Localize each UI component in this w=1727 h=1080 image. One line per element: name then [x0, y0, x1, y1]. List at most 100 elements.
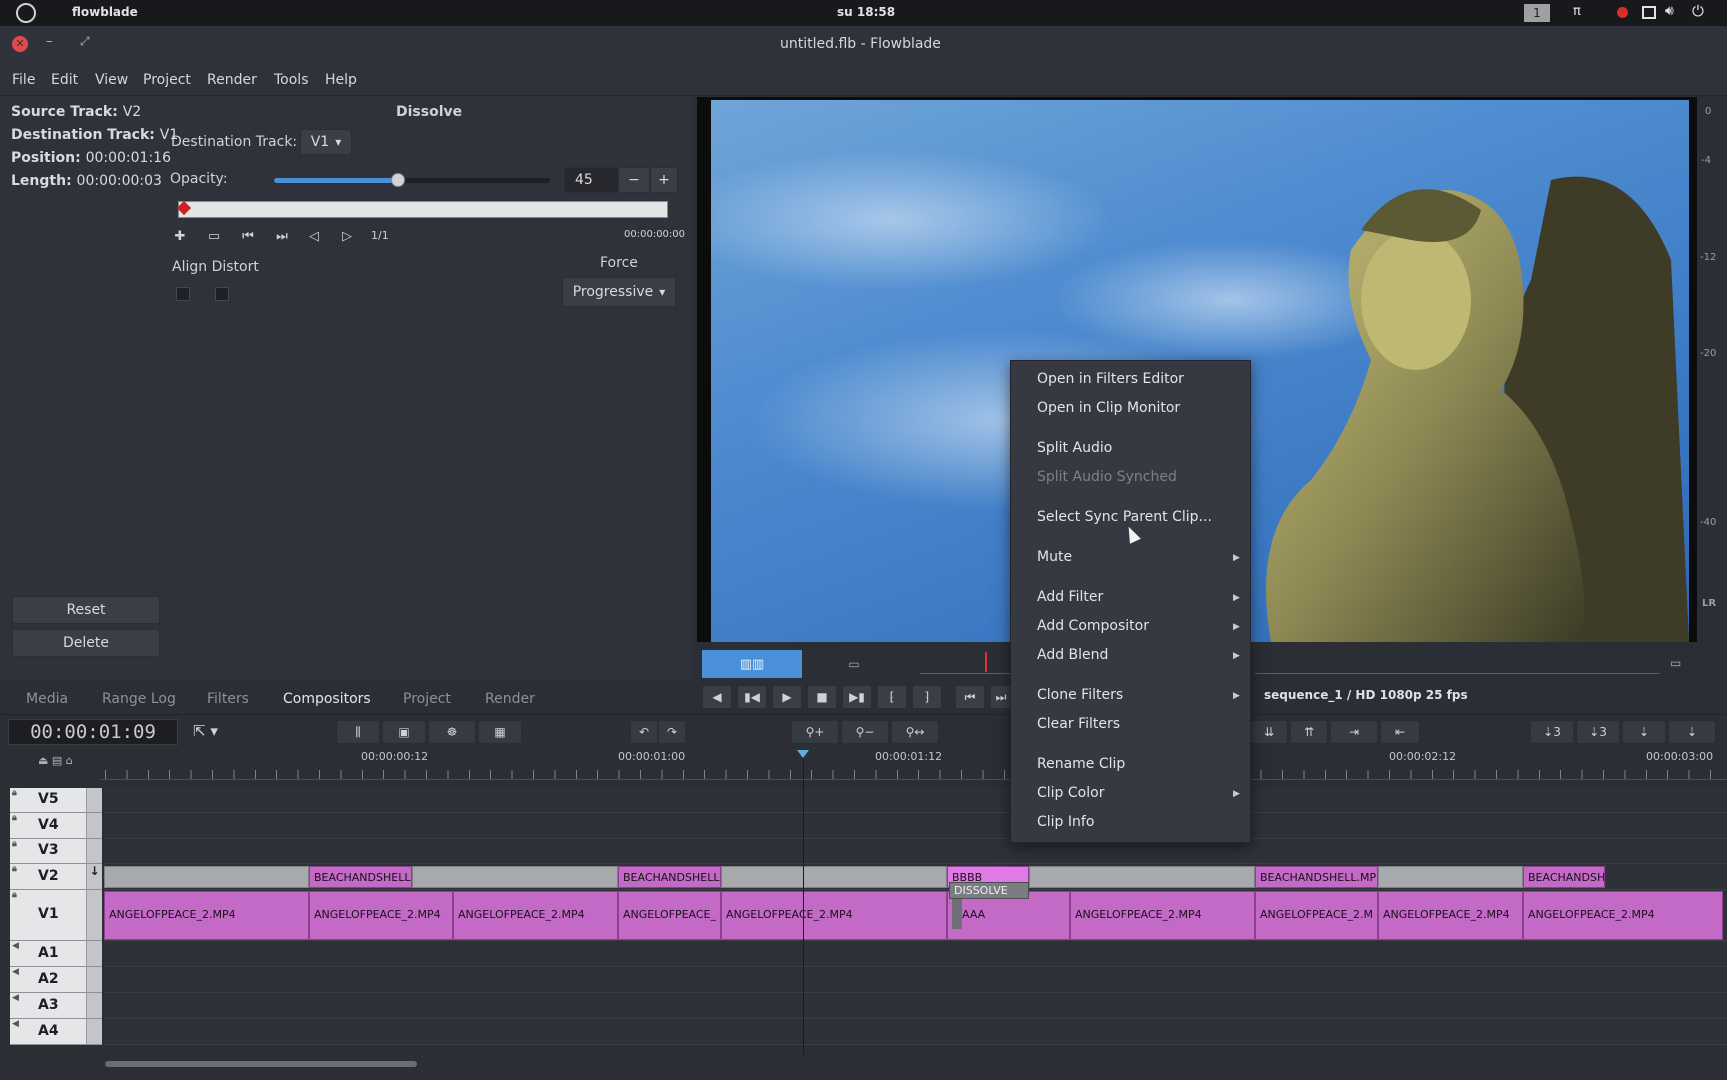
track-header-v1[interactable]: 🔒︎ V1: [10, 890, 102, 941]
stop-button[interactable]: ■: [807, 685, 837, 709]
volume-icon[interactable]: 🔊︎: [1665, 3, 1674, 19]
activities-icon[interactable]: [16, 3, 36, 23]
reset-button[interactable]: Reset: [12, 596, 160, 624]
mark-in-button[interactable]: ⁅: [877, 685, 907, 709]
track-header-v2[interactable]: 🔒︎ V2 ↓: [10, 864, 102, 890]
opacity-increase-button[interactable]: +: [650, 167, 678, 193]
window-icon[interactable]: [1642, 6, 1656, 19]
menu-item-open-in-clip-monitor[interactable]: Open in Clip Monitor: [1037, 400, 1180, 416]
lift-button[interactable]: ⇤: [1380, 720, 1420, 744]
prev-frame-button[interactable]: ▮◀: [737, 685, 767, 709]
minimize-window-icon[interactable]: –: [46, 34, 53, 49]
timeline-playhead[interactable]: [803, 752, 804, 1055]
opacity-value-field[interactable]: 45: [564, 167, 618, 193]
track-row-v3[interactable]: [104, 839, 1727, 864]
pi-icon[interactable]: π: [1573, 4, 1581, 19]
sync-2-button[interactable]: ⇣3: [1576, 720, 1620, 744]
title-button[interactable]: ▣: [382, 720, 426, 744]
clip-v1[interactable]: ANGELOFPEACE_2.MP4: [453, 891, 618, 940]
track-row-v4[interactable]: [104, 813, 1727, 839]
mixer-button[interactable]: ⫼: [336, 720, 380, 744]
delete-keyframe-icon[interactable]: ▭: [202, 227, 226, 245]
clip-v1[interactable]: ANGELOFPEACE_: [618, 891, 721, 940]
track-row-a1[interactable]: [104, 941, 1727, 967]
tab-render[interactable]: Render: [485, 691, 535, 707]
clip-v1[interactable]: ANGELOFPEACE_2.MP4: [1523, 891, 1723, 940]
menu-file[interactable]: File: [12, 72, 35, 88]
track-row-a2[interactable]: [104, 967, 1727, 993]
clip-v1[interactable]: ANGELOFPEACE_2.MP4: [309, 891, 453, 940]
clip-v2[interactable]: BEACHANDSHELL: [618, 866, 721, 888]
track-row-v5[interactable]: [104, 788, 1727, 813]
maximize-window-icon[interactable]: ⤢: [80, 34, 90, 49]
menu-item-clip-info[interactable]: Clip Info: [1037, 814, 1094, 830]
menu-item-add-blend[interactable]: Add Blend: [1037, 647, 1108, 663]
timeline-horizontal-scrollbar[interactable]: [105, 1061, 417, 1067]
menu-item-mute[interactable]: Mute: [1037, 549, 1072, 565]
to-mark-in-button[interactable]: ⏮: [955, 685, 985, 709]
play-button[interactable]: ▶: [772, 685, 802, 709]
to-mark-out-button[interactable]: ⏭: [990, 685, 1012, 709]
clip-v1[interactable]: ANGELOFPEACE_2.M: [1255, 891, 1378, 940]
track-header-a4[interactable]: ◀ A4: [10, 1019, 102, 1045]
next-frame-button[interactable]: ▶▮: [842, 685, 872, 709]
sync-4-button[interactable]: ⇣: [1668, 720, 1716, 744]
power-icon[interactable]: ⏻: [1692, 2, 1704, 20]
media-relink-button[interactable]: ☸: [428, 720, 476, 744]
last-keyframe-icon[interactable]: ⏭: [270, 227, 294, 245]
clip-v1[interactable]: ANGELOFPEACE_2.MP4: [1070, 891, 1255, 940]
zoom-fit-button[interactable]: ⚲↔: [891, 720, 939, 744]
gap[interactable]: [412, 866, 618, 888]
track-row-a4[interactable]: [104, 1019, 1727, 1045]
monitor-expand-icon[interactable]: ▭: [1670, 656, 1681, 670]
next-keyframe-icon[interactable]: ▷: [335, 227, 359, 245]
menu-edit[interactable]: Edit: [51, 72, 78, 88]
timecode-display[interactable]: 00:00:01:09: [8, 719, 178, 745]
opacity-decrease-button[interactable]: −: [618, 167, 650, 193]
menu-item-split-audio[interactable]: Split Audio: [1037, 440, 1112, 456]
gap[interactable]: [1378, 866, 1523, 888]
distort-checkbox[interactable]: [215, 287, 229, 301]
menu-item-clip-color[interactable]: Clip Color: [1037, 785, 1104, 801]
force-select[interactable]: Progressive: [562, 277, 676, 307]
track-header-a1[interactable]: ◀ A1: [10, 941, 102, 967]
clip-v1[interactable]: ANGELOFPEACE_2.MP4: [104, 891, 309, 940]
timeline-monitor-toggle[interactable]: ▥▥: [702, 650, 802, 678]
tab-project[interactable]: Project: [403, 691, 451, 707]
tool-select-icon[interactable]: ⇱ ▾: [193, 722, 218, 740]
menu-render[interactable]: Render: [207, 72, 257, 88]
monitor-playhead[interactable]: [985, 652, 987, 672]
track-header-a2[interactable]: ◀ A2: [10, 967, 102, 993]
track-header-a3[interactable]: ◀ A3: [10, 993, 102, 1019]
menu-item-open-in-filters-editor[interactable]: Open in Filters Editor: [1037, 371, 1184, 387]
zoom-in-button[interactable]: ⚲+: [791, 720, 839, 744]
clip-v1[interactable]: ANGELOFPEACE_2.MP4: [721, 891, 947, 940]
menu-project[interactable]: Project: [143, 72, 191, 88]
sync-3-button[interactable]: ⇣: [1622, 720, 1666, 744]
clip-monitor-toggle[interactable]: ▭: [804, 650, 904, 678]
clip-v2[interactable]: BEACHANDSHELL.MP: [1255, 866, 1378, 888]
tab-media[interactable]: Media: [26, 691, 68, 707]
append-button[interactable]: ⇥: [1330, 720, 1378, 744]
insert-button[interactable]: ⇈: [1290, 720, 1328, 744]
gap[interactable]: [104, 866, 309, 888]
menu-item-clone-filters[interactable]: Clone Filters: [1037, 687, 1123, 703]
ruler-tools[interactable]: ⏏ ▤ ⌂: [38, 754, 73, 767]
record-icon[interactable]: [1617, 7, 1628, 18]
track-header-v5[interactable]: 🔒︎ V5: [10, 788, 102, 813]
workspace-indicator[interactable]: 1: [1524, 4, 1550, 22]
clip-v1[interactable]: ANGELOFPEACE_2.MP4: [1378, 891, 1523, 940]
mark-out-button[interactable]: ⁆: [912, 685, 942, 709]
tab-compositors[interactable]: Compositors: [283, 691, 371, 707]
batch-render-button[interactable]: ▦: [478, 720, 522, 744]
clip-v2[interactable]: BEACHANDSH: [1523, 866, 1605, 888]
menu-item-clear-filters[interactable]: Clear Filters: [1037, 716, 1120, 732]
keyframe-timeline[interactable]: [178, 201, 668, 218]
menu-help[interactable]: Help: [325, 72, 357, 88]
menu-item-add-compositor[interactable]: Add Compositor: [1037, 618, 1149, 634]
app-name[interactable]: flowblade: [72, 5, 138, 19]
delete-button[interactable]: Delete: [12, 629, 160, 657]
monitor-position-bar-right[interactable]: [1255, 652, 1660, 674]
tab-range-log[interactable]: Range Log: [102, 691, 176, 707]
destination-track-select[interactable]: V1: [300, 129, 352, 155]
